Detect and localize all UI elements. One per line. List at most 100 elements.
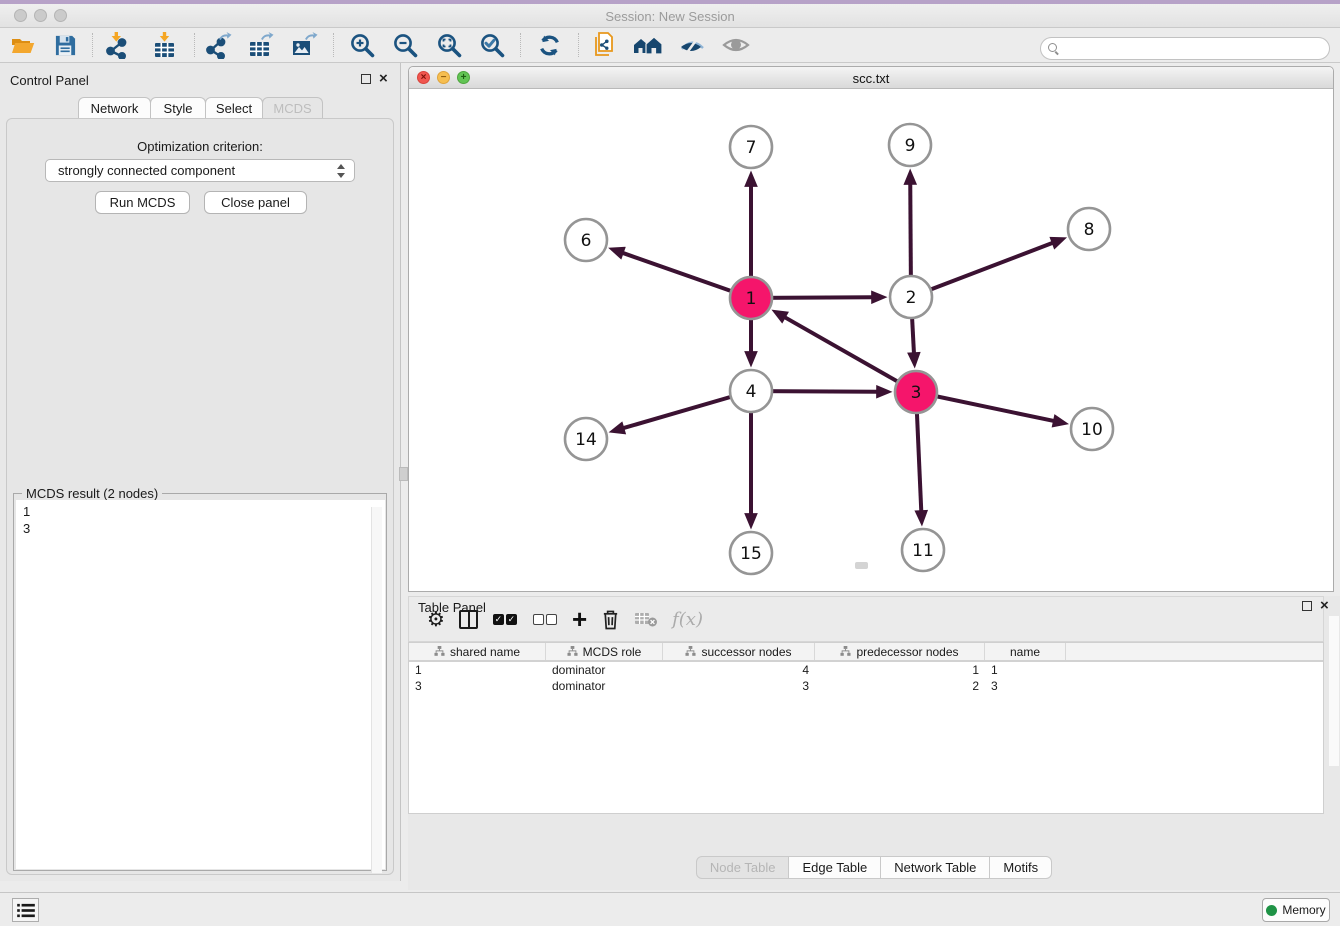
hide-annotations-button[interactable] [677,31,707,59]
mcds-pane: Optimization criterion: strongly connect… [6,118,394,875]
zoom-selected-button[interactable] [477,31,507,59]
cell-predecessor-nodes: 2 [815,678,985,694]
show-graphics-details-button[interactable] [721,31,751,59]
node-label-7: 7 [746,138,757,158]
refresh-view-button[interactable] [534,31,564,59]
cell-mcds-role: dominator [546,662,663,678]
tab-network-table[interactable]: Network Table [881,856,990,879]
clone-network-button[interactable] [589,31,619,59]
float-table-panel-icon[interactable] [1302,601,1312,611]
tab-network[interactable]: Network [78,97,151,119]
tab-select[interactable]: Select [205,97,263,119]
open-file-button[interactable] [8,31,38,59]
mcds-result-line: 1 [23,503,385,520]
tab-edge-table[interactable]: Edge Table [789,856,881,879]
network-canvas[interactable]: 1234678910111415 [409,89,1333,591]
edge-2-8[interactable] [911,243,1053,297]
tree-column-icon [567,646,578,657]
column-header-shared-name[interactable]: shared name [409,643,546,660]
cell-name: 1 [985,662,1066,678]
dropdown-stepper-icon [336,164,345,179]
table-row[interactable]: 3 dominator 3 2 3 [409,678,1323,694]
close-panel-icon[interactable]: × [379,74,388,84]
run-mcds-button[interactable]: Run MCDS [95,191,190,214]
function-builder-button[interactable]: f(x) [672,604,703,634]
select-all-button[interactable]: ✓✓ [492,604,518,634]
column-header-mcds-role[interactable]: MCDS role [546,643,663,660]
node-label-15: 15 [740,544,762,564]
node-label-6: 6 [581,231,592,251]
table-toolbar: ⚙ ✓✓ + f(x) [408,596,1324,642]
column-label: predecessor nodes [856,645,958,659]
export-table-button[interactable] [246,31,276,59]
node-label-4: 4 [746,382,757,402]
memory-label: Memory [1282,903,1325,917]
column-header-successor-nodes[interactable]: successor nodes [663,643,815,660]
trash-icon [601,608,620,631]
eye-icon [722,35,750,55]
search-field[interactable] [1040,37,1330,60]
task-history-button[interactable] [12,898,39,922]
tab-node-table[interactable]: Node Table [696,856,790,879]
tree-column-icon [685,646,696,657]
column-header-predecessor-nodes[interactable]: predecessor nodes [815,643,985,660]
optimization-criterion-label: Optimization criterion: [7,139,393,154]
add-column-button[interactable]: + [572,604,587,634]
network-view-title: scc.txt [409,71,1333,86]
control-panel-title: Control Panel [10,73,89,88]
export-network-button[interactable] [203,31,233,59]
export-table-icon [248,32,275,59]
close-table-panel-icon[interactable]: × [1320,601,1329,611]
network-view-window: × − + scc.txt 1234678910111415 [408,66,1334,592]
result-scrollbar[interactable] [371,507,382,873]
table-header-row: shared name MCDS role successor nodes pr… [409,643,1323,662]
vertical-splitter-grip[interactable] [399,467,408,481]
criterion-value: strongly connected component [58,163,235,178]
table-row[interactable]: 1 dominator 4 1 1 [409,662,1323,678]
node-table[interactable]: shared name MCDS role successor nodes pr… [408,642,1324,814]
delete-table-button[interactable] [634,604,658,634]
criterion-dropdown[interactable]: strongly connected component [45,159,355,182]
column-label: name [1010,645,1040,659]
import-network-button[interactable] [103,31,133,59]
memory-button[interactable]: Memory [1262,898,1330,922]
zoom-in-button[interactable] [347,31,377,59]
zoom-out-icon [392,32,419,59]
column-header-name[interactable]: name [985,643,1066,660]
main-toolbar [0,28,1340,63]
float-panel-icon[interactable] [361,74,371,84]
zoom-in-icon [349,32,376,59]
toolbar-separator [520,33,521,57]
tab-motifs[interactable]: Motifs [990,856,1052,879]
delete-table-icon [634,610,658,628]
import-table-button[interactable] [149,31,179,59]
cell-successor-nodes: 3 [663,678,815,694]
delete-column-button[interactable] [601,604,620,634]
deselect-all-button[interactable] [532,604,558,634]
mcds-result-text[interactable]: 1 3 [16,500,385,869]
search-input[interactable] [1063,40,1329,58]
table-scrollbar[interactable] [1328,616,1339,766]
tree-column-icon [434,646,445,657]
zoom-selected-icon [479,32,506,59]
network-window-titlebar[interactable]: × − + scc.txt [409,67,1333,89]
edge-3-1[interactable] [785,317,916,392]
unchecked-checkbox-icon [546,614,557,625]
window-title: Session: New Session [0,9,1340,24]
node-label-11: 11 [912,541,934,561]
first-neighbors-button[interactable] [632,31,662,59]
export-image-button[interactable] [289,31,319,59]
zoom-out-button[interactable] [390,31,420,59]
zoom-fit-button[interactable] [434,31,464,59]
tab-mcds[interactable]: MCDS [262,97,323,119]
node-label-8: 8 [1084,220,1095,240]
export-network-icon [205,32,232,59]
save-session-button[interactable] [50,31,80,59]
mcds-result-group: MCDS result (2 nodes) 1 3 [13,493,387,871]
horizontal-splitter-grip[interactable] [855,562,868,569]
column-label: successor nodes [701,645,791,659]
fx-icon: f(x) [672,609,703,630]
close-panel-button[interactable]: Close panel [204,191,307,214]
columns-icon [459,610,478,629]
tab-style[interactable]: Style [150,97,206,119]
